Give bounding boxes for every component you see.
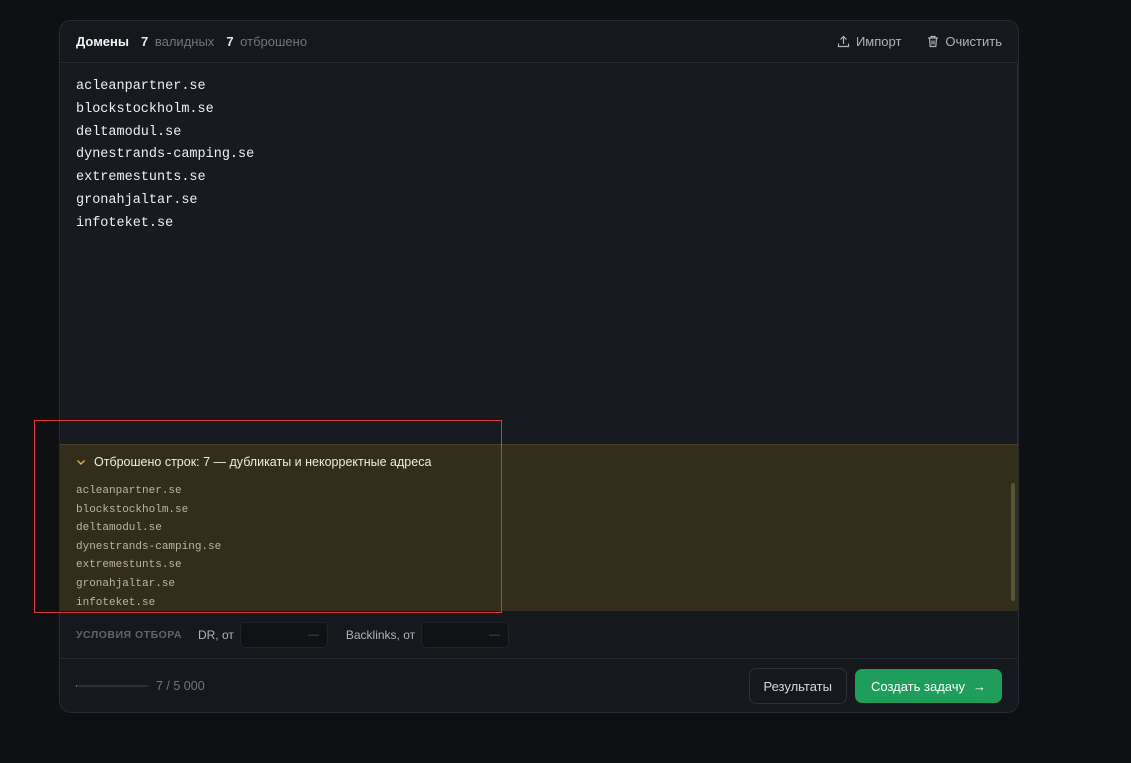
rejected-item: gronahjaltar.se xyxy=(76,577,176,590)
rejected-item: acleanpartner.se xyxy=(76,485,182,497)
domain-line: blockstockholm.se xyxy=(76,101,214,117)
domain-line: acleanpartner.se xyxy=(76,79,206,94)
limit-progress-fill xyxy=(76,685,77,687)
rejected-label: отброшено xyxy=(240,34,308,49)
import-button[interactable]: Импорт xyxy=(837,34,901,49)
backlinks-placeholder: — xyxy=(489,628,501,641)
domain-line: gronahjaltar.se xyxy=(76,192,198,208)
arrow-right-icon: → xyxy=(973,678,986,694)
card-title: Домены xyxy=(76,34,129,49)
dr-placeholder: — xyxy=(307,628,319,641)
domains-card: Домены 7 валидных 7 отброшено Импорт Очи… xyxy=(59,20,1019,713)
rejected-count: 7 xyxy=(226,34,234,49)
backlinks-label: Backlinks, от xyxy=(345,627,416,642)
valid-count: 7 xyxy=(141,34,149,49)
card-footer: 7 / 5 000 Результаты Создать задачу → xyxy=(60,660,1018,712)
limit-progress-bar xyxy=(76,685,148,687)
rejected-stat: 7 отброшено xyxy=(226,34,307,49)
rejected-item: blockstockholm.se xyxy=(76,503,189,516)
upload-icon xyxy=(837,35,850,48)
domain-line: extremestunts.se xyxy=(76,170,206,186)
valid-label: валидных xyxy=(154,34,215,49)
rejected-item: deltamodul.se xyxy=(76,522,162,535)
create-task-label: Создать задачу xyxy=(870,678,965,694)
rejected-list: acleanpartner.se blockstockholm.se delta… xyxy=(76,482,221,612)
rejected-item: dynestrands-camping.se xyxy=(76,540,222,553)
results-button[interactable]: Результаты xyxy=(748,668,847,704)
backlinks-input[interactable]: — xyxy=(421,621,510,648)
domain-line: infoteket.se xyxy=(76,215,174,231)
domain-count: 7 / 5 000 xyxy=(156,679,205,693)
trash-icon xyxy=(928,35,939,48)
filters-bar: УСЛОВИЯ ОТБОРА DR, от — Backlinks, от — xyxy=(60,611,1018,659)
domains-textarea[interactable]: acleanpartner.se blockstockholm.se delta… xyxy=(60,64,1018,444)
create-task-button[interactable]: Создать задачу → xyxy=(854,669,1002,703)
rejected-scrollbar[interactable] xyxy=(1011,483,1015,601)
clear-label: Очистить xyxy=(945,34,1002,49)
import-label: Импорт xyxy=(855,34,902,49)
rejected-toggle[interactable]: Отброшено строк: 7 — дубликаты и некорре… xyxy=(76,455,431,469)
dr-label: DR, от xyxy=(197,627,234,642)
filters-label: УСЛОВИЯ ОТБОРА xyxy=(76,628,182,641)
domain-line: dynestrands-camping.se xyxy=(76,147,255,163)
card-header: Домены 7 валидных 7 отброшено Импорт Очи… xyxy=(60,21,1018,63)
chevron-down-icon xyxy=(77,459,85,465)
rejected-panel: Отброшено строк: 7 — дубликаты и некорре… xyxy=(60,444,1018,611)
rejected-heading: Отброшено строк: 7 — дубликаты и некорре… xyxy=(94,455,432,469)
domain-line: deltamodul.se xyxy=(76,124,182,140)
rejected-item: extremestunts.se xyxy=(76,559,182,572)
results-label: Результаты xyxy=(763,678,832,694)
dr-input[interactable]: — xyxy=(239,621,328,648)
rejected-item: infoteket.se xyxy=(76,596,156,609)
valid-stat: 7 валидных xyxy=(141,34,214,49)
clear-button[interactable]: Очистить xyxy=(927,34,1002,49)
